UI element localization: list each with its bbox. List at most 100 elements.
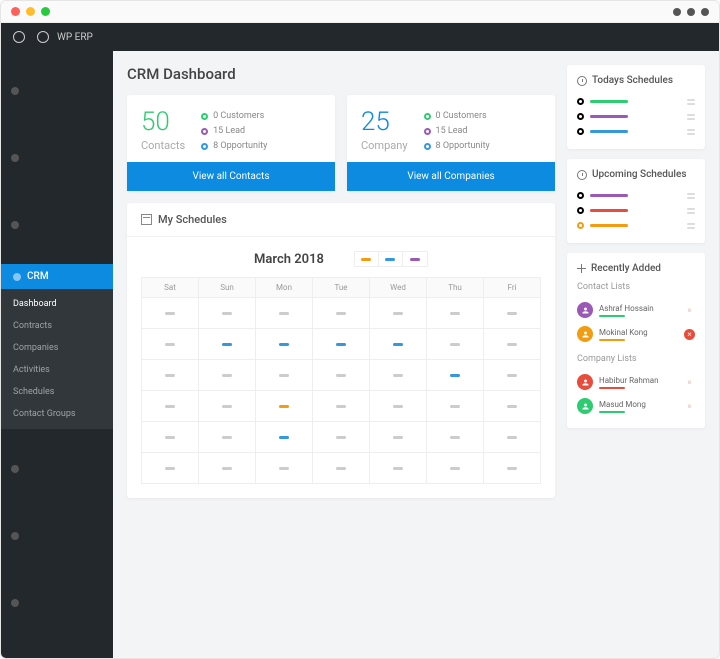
calendar-icon bbox=[141, 214, 152, 225]
calendar-cell[interactable] bbox=[484, 453, 540, 483]
calendar-cell[interactable] bbox=[313, 360, 370, 390]
sidebar-placeholder[interactable] bbox=[1, 502, 113, 569]
schedule-item[interactable] bbox=[577, 94, 695, 109]
schedule-item[interactable] bbox=[577, 203, 695, 218]
calendar-cell[interactable] bbox=[199, 391, 256, 421]
calendar-cell[interactable] bbox=[199, 298, 256, 328]
dot-icon bbox=[424, 113, 431, 120]
calendar-cell[interactable] bbox=[370, 391, 427, 421]
brand-label: WP ERP bbox=[57, 32, 93, 43]
calendar-day-header: Wed bbox=[370, 278, 427, 297]
calendar-cell[interactable] bbox=[484, 360, 540, 390]
calendar-cell[interactable] bbox=[370, 329, 427, 359]
calendar-cell[interactable] bbox=[313, 329, 370, 359]
view-all-contacts-button[interactable]: View all Contacts bbox=[127, 162, 335, 191]
person-row[interactable]: Habibur Rahman× bbox=[577, 370, 695, 394]
calendar-cell[interactable] bbox=[142, 453, 199, 483]
calendar-cell[interactable] bbox=[427, 360, 484, 390]
calendar-cell[interactable] bbox=[256, 391, 313, 421]
avatar bbox=[577, 302, 593, 318]
todays-schedules-widget: Todays Schedules bbox=[567, 65, 705, 149]
dot-icon bbox=[201, 128, 208, 135]
calendar-cell[interactable] bbox=[370, 422, 427, 452]
sidebar-placeholder[interactable] bbox=[1, 435, 113, 502]
calendar-cell[interactable] bbox=[370, 453, 427, 483]
sidebar-sub-contact-groups[interactable]: Contact Groups bbox=[1, 403, 113, 425]
calendar-cell[interactable] bbox=[427, 298, 484, 328]
sidebar-item-crm[interactable]: CRM bbox=[1, 264, 113, 289]
sidebar-sub-activities[interactable]: Activities bbox=[1, 359, 113, 381]
window-title-bar bbox=[1, 1, 719, 23]
minimize-window-icon[interactable] bbox=[26, 7, 35, 16]
calendar-cell[interactable] bbox=[256, 453, 313, 483]
calendar-cell[interactable] bbox=[370, 360, 427, 390]
calendar-cell[interactable] bbox=[199, 453, 256, 483]
calendar-cell[interactable] bbox=[484, 329, 540, 359]
calendar-cell[interactable] bbox=[142, 391, 199, 421]
dot-icon bbox=[201, 113, 208, 120]
calendar-cell[interactable] bbox=[484, 422, 540, 452]
calendar-cell[interactable] bbox=[427, 453, 484, 483]
upcoming-schedules-widget: Upcoming Schedules bbox=[567, 159, 705, 243]
calendar-cell[interactable] bbox=[199, 422, 256, 452]
sidebar-placeholder[interactable] bbox=[1, 57, 113, 124]
sidebar-placeholder[interactable] bbox=[1, 569, 113, 636]
calendar-day-header: Thu bbox=[427, 278, 484, 297]
calendar-cell[interactable] bbox=[256, 422, 313, 452]
calendar-legend bbox=[354, 251, 428, 267]
calendar-day-header: Tue bbox=[313, 278, 370, 297]
calendar-cell[interactable] bbox=[313, 391, 370, 421]
sidebar-placeholder[interactable] bbox=[1, 636, 113, 659]
calendar-day-header: Sat bbox=[142, 278, 199, 297]
calendar-cell[interactable] bbox=[199, 360, 256, 390]
schedule-item[interactable] bbox=[577, 109, 695, 124]
delete-icon[interactable]: × bbox=[684, 305, 695, 316]
calendar-cell[interactable] bbox=[142, 422, 199, 452]
calendar-cell[interactable] bbox=[142, 360, 199, 390]
sidebar-submenu: Dashboard Contracts Companies Activities… bbox=[1, 289, 113, 429]
calendar-cell[interactable] bbox=[484, 298, 540, 328]
calendar-cell[interactable] bbox=[370, 298, 427, 328]
close-window-icon[interactable] bbox=[11, 7, 20, 16]
calendar-cell[interactable] bbox=[313, 422, 370, 452]
calendar-day-header: Fri bbox=[484, 278, 540, 297]
window-menu-icon[interactable] bbox=[673, 8, 709, 16]
sidebar-placeholder[interactable] bbox=[1, 191, 113, 258]
calendar-cell[interactable] bbox=[199, 329, 256, 359]
sidebar-sub-schedules[interactable]: Schedules bbox=[1, 381, 113, 403]
calendar-cell[interactable] bbox=[256, 298, 313, 328]
person-row[interactable]: Ashraf Hossain× bbox=[577, 298, 695, 322]
sidebar-sub-contracts[interactable]: Contracts bbox=[1, 315, 113, 337]
clock-icon bbox=[577, 170, 587, 180]
calendar-cell[interactable] bbox=[313, 453, 370, 483]
view-all-companies-button[interactable]: View all Companies bbox=[347, 162, 555, 191]
contacts-stat-card: 50 Contacts 0 Customers 15 Lead 8 Opport… bbox=[127, 95, 335, 191]
calendar-cell[interactable] bbox=[313, 298, 370, 328]
calendar-cell[interactable] bbox=[427, 391, 484, 421]
my-schedules-title: My Schedules bbox=[158, 213, 227, 226]
sidebar-placeholder[interactable] bbox=[1, 124, 113, 191]
calendar-day-header: Sun bbox=[199, 278, 256, 297]
calendar-cell[interactable] bbox=[484, 391, 540, 421]
maximize-window-icon[interactable] bbox=[41, 7, 50, 16]
person-row[interactable]: Mokinal Kong× bbox=[577, 322, 695, 346]
plus-icon bbox=[577, 264, 586, 273]
calendar-cell[interactable] bbox=[142, 298, 199, 328]
delete-icon[interactable]: × bbox=[684, 401, 695, 412]
delete-icon[interactable]: × bbox=[684, 329, 695, 340]
sidebar-sub-companies[interactable]: Companies bbox=[1, 337, 113, 359]
site-icon[interactable] bbox=[37, 31, 49, 43]
schedule-item[interactable] bbox=[577, 218, 695, 233]
sidebar-sub-dashboard[interactable]: Dashboard bbox=[1, 293, 113, 315]
calendar-cell[interactable] bbox=[256, 329, 313, 359]
schedule-item[interactable] bbox=[577, 188, 695, 203]
calendar-cell[interactable] bbox=[427, 422, 484, 452]
person-row[interactable]: Masud Mong× bbox=[577, 394, 695, 418]
calendar-cell[interactable] bbox=[427, 329, 484, 359]
wordpress-icon[interactable] bbox=[13, 31, 25, 43]
company-stat-card: 25 Company 0 Customers 15 Lead 8 Opportu… bbox=[347, 95, 555, 191]
calendar-cell[interactable] bbox=[256, 360, 313, 390]
delete-icon[interactable]: × bbox=[684, 377, 695, 388]
schedule-item[interactable] bbox=[577, 124, 695, 139]
calendar-cell[interactable] bbox=[142, 329, 199, 359]
